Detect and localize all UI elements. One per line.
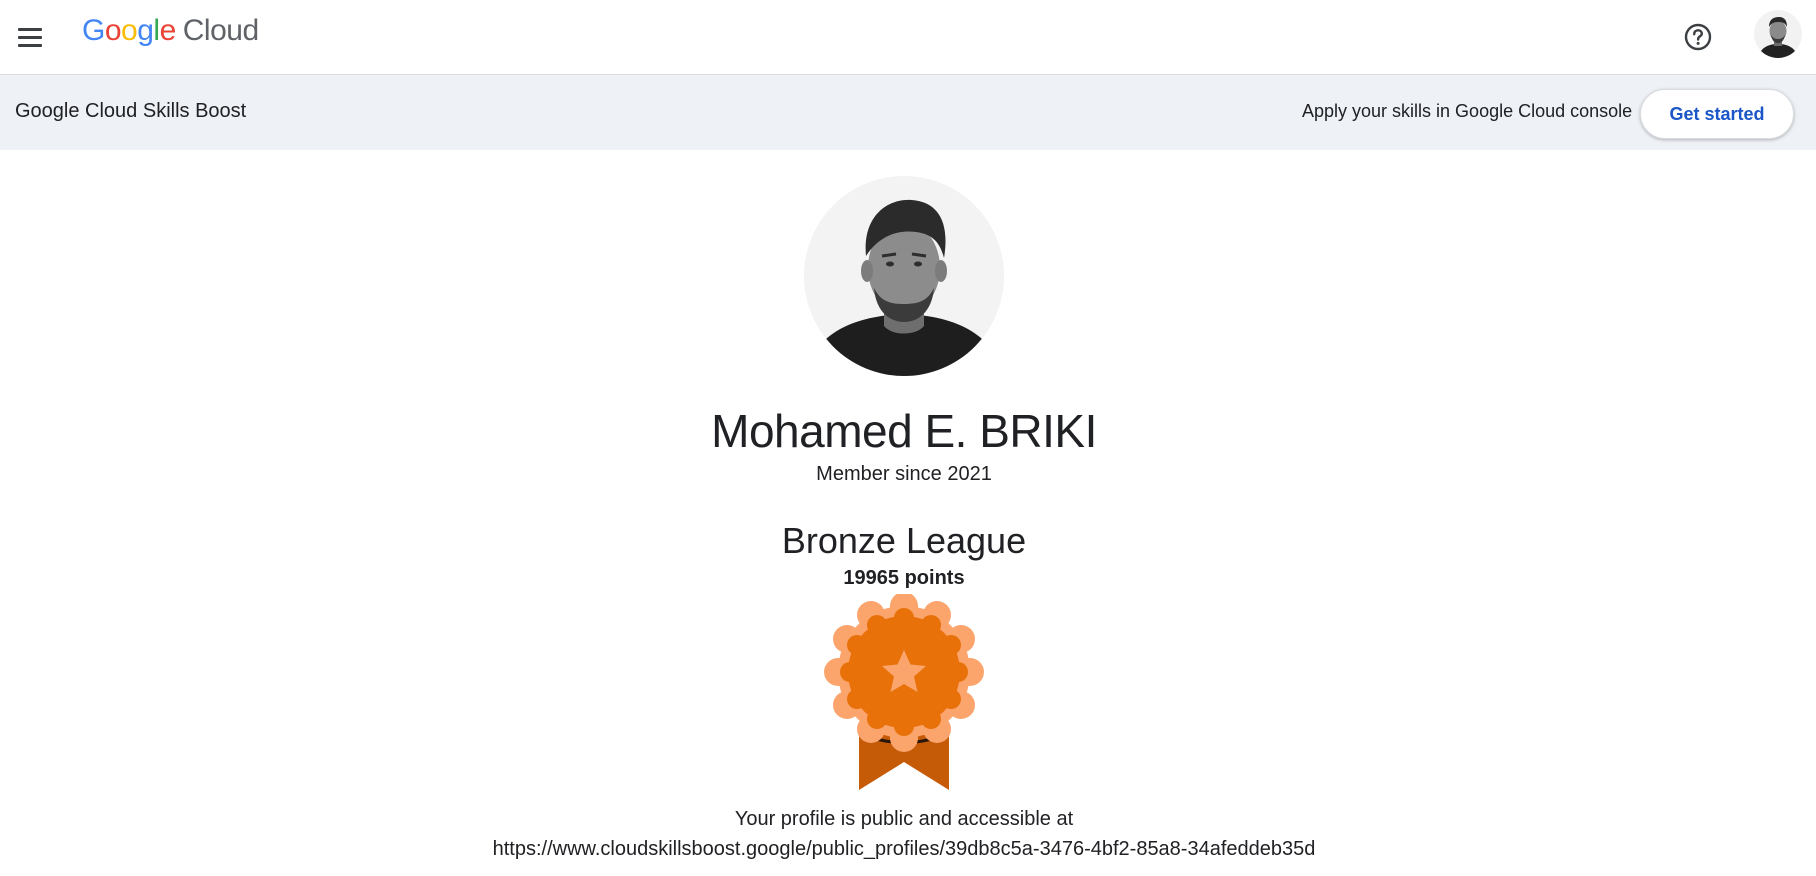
league-points: 19965 points (843, 567, 965, 589)
bronze-league-badge-icon (824, 592, 984, 794)
product-sub-header: Google Cloud Skills Boost Apply your ski… (0, 75, 1816, 150)
top-app-bar: Google Cloud (0, 0, 1816, 75)
account-avatar[interactable] (1754, 10, 1802, 58)
public-profile-url-link[interactable]: https://www.cloudskillsboost.google/publ… (0, 838, 1808, 861)
help-circle-icon[interactable] (1683, 22, 1713, 52)
public-profile-note: Your profile is public and accessible at (734, 808, 1074, 830)
hamburger-menu-icon[interactable] (14, 22, 46, 54)
profile-name: Mohamed E. BRIKI (711, 405, 1097, 457)
profile-avatar (804, 176, 1004, 376)
google-cloud-logo[interactable]: Google Cloud (82, 14, 259, 48)
product-name[interactable]: Google Cloud Skills Boost (15, 100, 246, 123)
get-started-button[interactable]: Get started (1640, 89, 1794, 139)
league-name: Bronze League (781, 520, 1027, 561)
apply-skills-text: Apply your skills in Google Cloud consol… (1302, 101, 1633, 121)
member-since-text: Member since 2021 (816, 463, 992, 485)
